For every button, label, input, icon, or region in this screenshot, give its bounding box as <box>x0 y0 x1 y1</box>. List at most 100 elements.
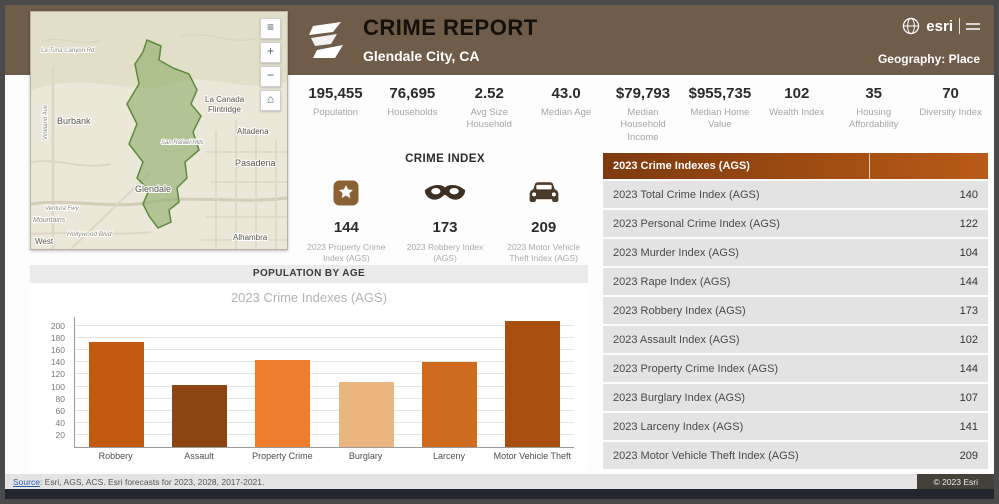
row-label: 2023 Motor Vehicle Theft Index (AGS) <box>613 449 799 462</box>
row-label: 2023 Rape Index (AGS) <box>613 275 731 288</box>
x-axis-label: Burglary <box>348 451 383 461</box>
source-text: : Esri, AGS, ACS. Esri forecasts for 202… <box>39 476 265 487</box>
map-label: Burbank <box>57 116 91 126</box>
row-value: 209 <box>959 449 978 462</box>
table-row: 2023 Burglary Index (AGS) 107 <box>603 384 988 411</box>
y-axis: 20 40 60 80 100 120 140 160 180 200 <box>37 317 71 447</box>
row-value: 141 <box>959 420 978 433</box>
geography-label: Geography: Place <box>877 52 980 66</box>
mask-icon <box>423 177 467 209</box>
legend-button[interactable]: ≡ <box>260 18 281 39</box>
row-label: 2023 Personal Crime Index (AGS) <box>613 217 780 230</box>
esri-logo: esri <box>902 17 980 35</box>
kpi-label: Households <box>387 107 438 118</box>
bar-robbery[interactable] <box>89 342 145 447</box>
row-value: 140 <box>959 188 978 201</box>
kpi-value: $79,793 <box>615 85 671 102</box>
crime-index-label: 2023 Robbery Index (AGS) <box>406 242 484 264</box>
home-button[interactable]: ⌂ <box>260 90 281 111</box>
esri-tagline <box>966 22 980 30</box>
map-label: Ventura Fwy <box>45 206 79 212</box>
row-value: 173 <box>959 304 978 317</box>
kpi-label: Median Household Income <box>620 107 666 143</box>
chart-panel-title: POPULATION BY AGE <box>30 265 588 283</box>
table-header: 2023 Crime Indexes (AGS) <box>603 153 988 179</box>
map-label: Pasadena <box>235 158 276 168</box>
row-value: 144 <box>959 362 978 375</box>
row-label: 2023 Robbery Index (AGS) <box>613 304 746 317</box>
kpi-median-household-income: $79,793 Median Household Income <box>605 85 682 144</box>
row-value: 104 <box>959 246 978 259</box>
map-label: Altadena <box>237 127 269 136</box>
x-axis-label: Motor Vehicle Theft <box>493 451 571 461</box>
table-row: 2023 Robbery Index (AGS) 173 <box>603 297 988 324</box>
map-label: La Canada <box>205 95 245 104</box>
map-panel[interactable]: Burbank Glendale La Canada Flintridge Altade… <box>30 11 288 250</box>
kpi-median-home-value: $955,735 Median Home Value <box>681 85 758 144</box>
crime-index-robbery: 173 2023 Robbery Index (AGS) <box>396 177 495 264</box>
y-tick-label: 140 <box>50 357 65 368</box>
kpi-households: 76,695 Households <box>374 85 451 144</box>
kpi-avg-size-household: 2.52 Avg Size Household <box>451 85 528 144</box>
kpi-label: Median Home Value <box>690 107 750 131</box>
copyright: © 2023 Esri <box>917 474 994 489</box>
zoom-in-button[interactable]: + <box>260 42 281 63</box>
kpi-label: Wealth Index <box>769 107 825 118</box>
kpi-label: Housing Affordability <box>848 107 899 131</box>
table-row: 2023 Property Crime Index (AGS) 144 <box>603 355 988 382</box>
crime-index-label: 2023 Property Crime Index (AGS) <box>307 242 386 264</box>
car-icon <box>526 177 562 209</box>
map-label: La Tuna Canyon Rd <box>41 48 95 54</box>
kpi-value: 102 <box>784 85 810 102</box>
x-axis-label: Larceny <box>432 451 465 461</box>
page-title: CRIME REPORT <box>363 15 538 40</box>
map-label: West <box>35 237 54 246</box>
kpi-wealth-index: 102 Wealth Index <box>758 85 835 144</box>
map-label: Flintridge <box>208 105 241 114</box>
source-attribution: Source: Esri, AGS, ACS. Esri forecasts f… <box>5 477 264 487</box>
row-label: 2023 Assault Index (AGS) <box>613 333 740 346</box>
kpi-row: 195,455 Population 76,695 Households 2.52 A… <box>297 85 989 144</box>
kpi-value: $955,735 <box>688 85 752 102</box>
row-value: 102 <box>959 333 978 346</box>
bar-assault[interactable] <box>172 385 228 447</box>
kpi-label: Population <box>312 107 358 118</box>
y-tick-label: 160 <box>50 345 65 356</box>
map-canvas[interactable]: Burbank Glendale La CanadaFlintridge Altade… <box>31 12 287 249</box>
kpi-population: 195,455 Population <box>297 85 374 144</box>
page-subtitle: Glendale City, CA <box>363 48 480 64</box>
kpi-value: 195,455 <box>308 85 363 102</box>
row-value: 107 <box>959 391 978 404</box>
esri-divider <box>959 18 960 34</box>
y-tick-label: 180 <box>50 333 65 344</box>
kpi-diversity-index: 70 Diversity Index <box>912 85 989 144</box>
bar-larceny[interactable] <box>421 361 477 447</box>
kpi-label: Avg Size Household <box>466 107 512 131</box>
table-row: 2023 Personal Crime Index (AGS) 122 <box>603 210 988 237</box>
zoom-out-button[interactable]: − <box>260 66 281 87</box>
crime-index-title: CRIME INDEX <box>405 153 485 165</box>
map-label: San Rafael Hills <box>161 140 204 146</box>
crime-index-value: 173 <box>432 219 458 236</box>
map-label: Mountains <box>33 217 66 224</box>
crime-indexes-table: 2023 Crime Indexes (AGS) 2023 Total Crim… <box>603 153 988 469</box>
source-link[interactable]: Source <box>13 477 40 487</box>
bar-motor-vehicle-theft[interactable] <box>505 320 560 447</box>
table-row: 2023 Rape Index (AGS) 144 <box>603 268 988 295</box>
esri-wordmark: esri <box>926 17 953 35</box>
y-tick-label: 20 <box>55 429 65 440</box>
crime-index-value: 209 <box>531 219 557 236</box>
map-controls: ≡ + − ⌂ <box>260 18 281 111</box>
crime-index-panel: CRIME INDEX 144 2023 Property Crime Inde… <box>297 153 593 264</box>
crime-index-label: 2023 Motor Vehicle Theft Index (AGS) <box>507 242 581 264</box>
chart-title: 2023 Crime Indexes (AGS) <box>230 290 388 305</box>
y-tick-label: 40 <box>55 417 65 428</box>
crime-index-value: 144 <box>333 219 359 236</box>
kpi-housing-affordability: 35 Housing Affordability <box>835 85 912 144</box>
app-window: CRIME REPORT Glendale City, CA esri Geog… <box>0 0 999 504</box>
x-axis-label: Robbery <box>98 451 133 461</box>
bar-burglary[interactable] <box>338 382 394 447</box>
map-label: Alhambra <box>233 233 268 242</box>
bar-property-crime[interactable] <box>255 359 311 447</box>
badge-icon <box>331 177 361 209</box>
